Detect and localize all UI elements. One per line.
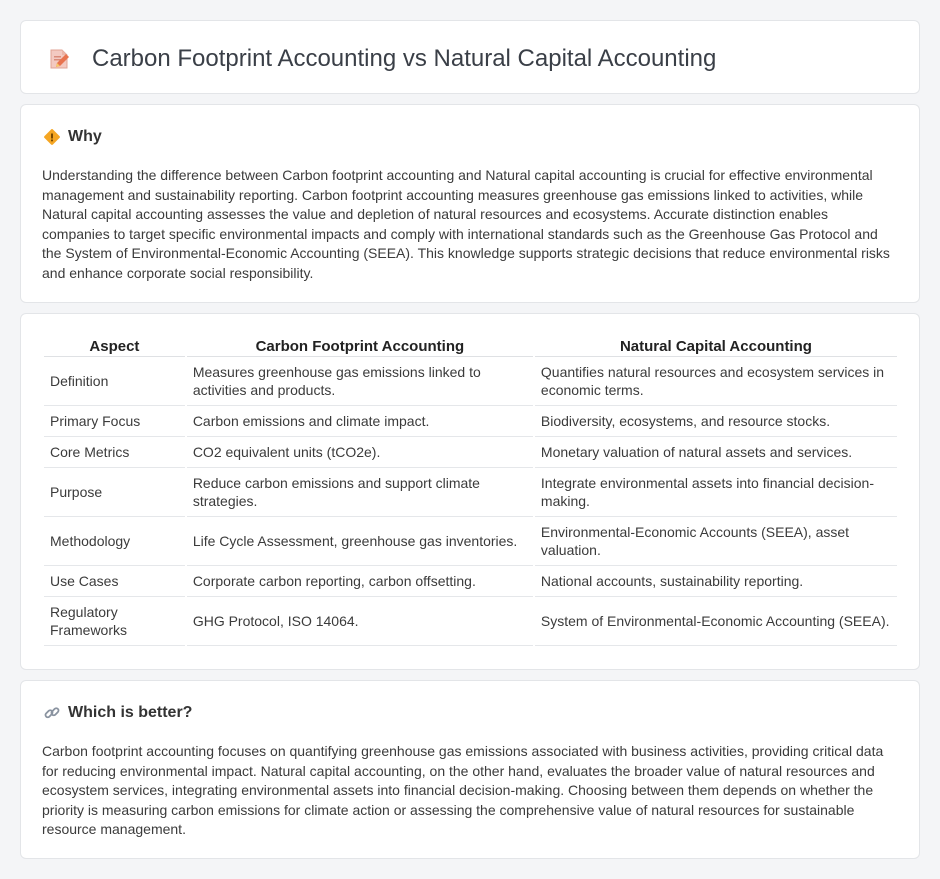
- comparison-table: Aspect Carbon Footprint Accounting Natur…: [42, 335, 899, 646]
- table-cell: Quantifies natural resources and ecosyst…: [534, 357, 897, 406]
- better-card: Which is better? Carbon footprint accoun…: [20, 680, 920, 859]
- table-row: Methodology Life Cycle Assessment, green…: [44, 517, 897, 566]
- table-cell: System of Environmental-Economic Account…: [534, 597, 897, 646]
- title-card: Carbon Footprint Accounting vs Natural C…: [20, 20, 920, 94]
- diamond-sign-icon: [44, 129, 60, 145]
- table-cell: CO2 equivalent units (tCO2e).: [186, 437, 533, 468]
- table-row: Purpose Reduce carbon emissions and supp…: [44, 468, 897, 517]
- table-cell: Regulatory Frameworks: [44, 597, 185, 646]
- table-cell: Monetary valuation of natural assets and…: [534, 437, 897, 468]
- why-card: Why Understanding the difference between…: [20, 104, 920, 303]
- why-text: Understanding the difference between Car…: [42, 167, 890, 281]
- table-header-row: Aspect Carbon Footprint Accounting Natur…: [44, 335, 897, 357]
- better-header: Which is better?: [43, 703, 192, 723]
- page-title: Carbon Footprint Accounting vs Natural C…: [92, 45, 717, 72]
- table-cell: Core Metrics: [44, 437, 185, 468]
- table-cell: Biodiversity, ecosystems, and resource s…: [534, 406, 897, 437]
- table-cell: Methodology: [44, 517, 185, 566]
- why-heading: Why: [68, 128, 102, 145]
- table-cell: GHG Protocol, ISO 14064.: [186, 597, 533, 646]
- table-cell: Life Cycle Assessment, greenhouse gas in…: [186, 517, 533, 566]
- column-header-aspect: Aspect: [44, 335, 185, 357]
- comparison-card: Aspect Carbon Footprint Accounting Natur…: [20, 313, 920, 670]
- column-header-carbon: Carbon Footprint Accounting: [186, 335, 533, 357]
- table-row: Regulatory Frameworks GHG Protocol, ISO …: [44, 597, 897, 646]
- table-cell: Definition: [44, 357, 185, 406]
- document-edit-icon: [50, 49, 69, 69]
- table-cell: Reduce carbon emissions and support clim…: [186, 468, 533, 517]
- table-row: Primary Focus Carbon emissions and clima…: [44, 406, 897, 437]
- table-cell: Corporate carbon reporting, carbon offse…: [186, 566, 533, 597]
- table-cell: Integrate environmental assets into fina…: [534, 468, 897, 517]
- link-icon: [44, 707, 60, 719]
- table-cell: Primary Focus: [44, 406, 185, 437]
- column-header-natural: Natural Capital Accounting: [534, 335, 897, 357]
- table-cell: Purpose: [44, 468, 185, 517]
- better-heading: Which is better?: [68, 704, 193, 721]
- why-header: Why: [43, 127, 102, 147]
- table-cell: Measures greenhouse gas emissions linked…: [186, 357, 533, 406]
- table-cell: Carbon emissions and climate impact.: [186, 406, 533, 437]
- better-text: Carbon footprint accounting focuses on q…: [42, 743, 884, 837]
- table-cell: Use Cases: [44, 566, 185, 597]
- table-row: Use Cases Corporate carbon reporting, ca…: [44, 566, 897, 597]
- table-cell: National accounts, sustainability report…: [534, 566, 897, 597]
- table-row: Definition Measures greenhouse gas emiss…: [44, 357, 897, 406]
- table-row: Core Metrics CO2 equivalent units (tCO2e…: [44, 437, 897, 468]
- table-cell: Environmental-Economic Accounts (SEEA), …: [534, 517, 897, 566]
- title-row: Carbon Footprint Accounting vs Natural C…: [47, 45, 716, 73]
